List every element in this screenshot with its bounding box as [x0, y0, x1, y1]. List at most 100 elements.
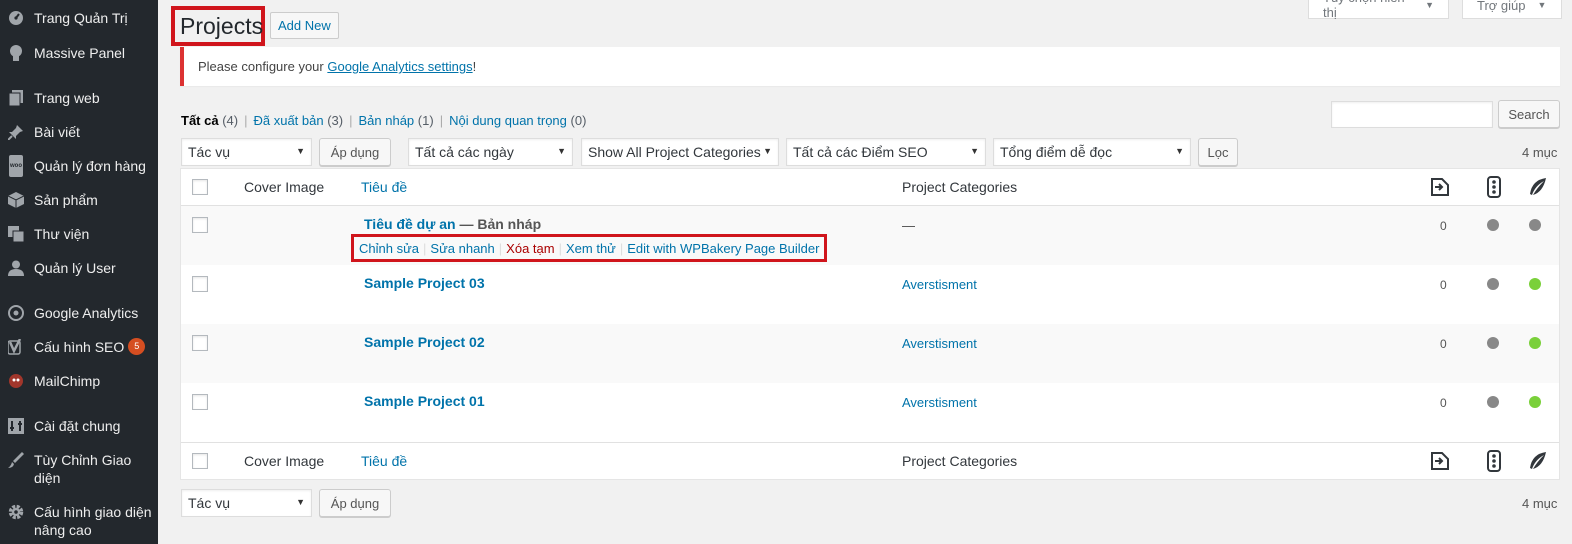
notice-suffix: ! — [472, 59, 477, 74]
caret-down-icon: ▼ — [1425, 0, 1434, 10]
row-category: — — [902, 218, 915, 233]
search-button[interactable]: Search — [1498, 100, 1560, 128]
bulk-action-select-bottom[interactable]: Tác vụ ▼ — [181, 489, 312, 517]
seo-status-dot — [1487, 278, 1499, 290]
menu-users[interactable]: Quản lý User — [0, 259, 158, 277]
col-title[interactable]: Tiêu đề — [361, 453, 407, 469]
table-row: Sample Project 01 Averstisment 0 — [181, 383, 1559, 442]
user-icon — [6, 259, 26, 277]
row-category-link[interactable]: Averstisment — [902, 336, 977, 351]
projects-table: Cover Image Tiêu đề Project Categories T… — [180, 168, 1560, 480]
menu-advanced-theme[interactable]: Cấu hình giao diện nâng cao — [0, 503, 158, 539]
row-links-count: 0 — [1440, 337, 1447, 351]
row-checkbox[interactable] — [192, 276, 208, 292]
row-title: Sample Project 01 — [364, 393, 485, 409]
row-title-link[interactable]: Sample Project 02 — [364, 334, 485, 350]
row-title-link[interactable]: Sample Project 01 — [364, 393, 485, 409]
notice-text: Please configure your — [198, 59, 328, 74]
view-cornerstone-count: (0) — [570, 113, 587, 128]
caret-down-icon: ▼ — [1537, 0, 1547, 10]
menu-media[interactable]: Thư viện — [0, 225, 158, 243]
menu-dashboard[interactable]: Trang Quản Trị — [0, 9, 158, 27]
items-count: 4 mục — [1522, 145, 1558, 160]
analytics-notice: Please configure your Google Analytics s… — [180, 47, 1560, 86]
wpbakery-edit-link[interactable]: Edit with WPBakery Page Builder — [627, 241, 819, 256]
settings-icon — [6, 417, 26, 435]
seo-status-dot — [1487, 337, 1499, 349]
select-all-checkbox[interactable] — [192, 179, 208, 195]
bulk-action-select[interactable]: Tác vụ ▼ — [181, 138, 312, 166]
main-content: Tùy chọn hiển thị▼ Trợ giúp▼ Projects Ad… — [158, 0, 1572, 544]
menu-google-analytics[interactable]: Google Analytics — [0, 304, 158, 322]
category-filter-select[interactable]: Show All Project Categories ▼ — [581, 138, 779, 166]
trash-link[interactable]: Xóa tạm — [506, 241, 554, 256]
row-actions: Chỉnh sửa | Sửa nhanh | Xóa tạm | Xem thử | … — [351, 234, 828, 262]
col-categories: Project Categories — [902, 179, 1018, 195]
row-checkbox[interactable] — [192, 394, 208, 410]
menu-settings[interactable]: Cài đặt chung — [0, 417, 158, 435]
quick-edit-link[interactable]: Sửa nhanh — [430, 241, 494, 256]
menu-customize[interactable]: Tùy Chỉnh Giao diện — [0, 451, 158, 487]
row-checkbox[interactable] — [192, 217, 208, 233]
media-icon — [6, 225, 26, 243]
seo-score-icon[interactable] — [1483, 176, 1505, 198]
apply-button-bottom[interactable]: Áp dụng — [319, 489, 391, 517]
table-row: Tiêu đề dự an — Bản nháp Chỉnh sửa | Sửa … — [181, 206, 1559, 265]
table-row: Sample Project 03 Averstisment 0 — [181, 265, 1559, 324]
readability-icon[interactable] — [1526, 176, 1548, 198]
readability-status-dot — [1529, 219, 1541, 231]
menu-pages[interactable]: Trang web — [0, 89, 158, 107]
date-filter-select[interactable]: Tất cả các ngày ▼ — [408, 138, 573, 166]
menu-posts[interactable]: Bài viết — [0, 123, 158, 141]
view-drafts-count: (1) — [417, 113, 434, 128]
view-published[interactable]: Đã xuất bản — [253, 113, 323, 128]
row-checkbox[interactable] — [192, 335, 208, 351]
gear-icon — [6, 503, 26, 521]
row-category-link[interactable]: Averstisment — [902, 277, 977, 292]
pages-icon — [6, 89, 26, 107]
view-cornerstone[interactable]: Nội dung quan trọng — [449, 113, 567, 128]
readability-icon[interactable] — [1526, 450, 1548, 472]
view-all[interactable]: Tất cả — [181, 113, 219, 128]
filter-button[interactable]: Lọc — [1198, 138, 1238, 166]
apply-button[interactable]: Áp dụng — [319, 138, 391, 166]
yoast-icon — [6, 338, 26, 356]
notification-badge: 5 — [128, 338, 146, 355]
edit-link[interactable]: Chỉnh sửa — [359, 241, 419, 256]
menu-mailchimp[interactable]: MailChimp — [0, 372, 158, 390]
col-cover-image: Cover Image — [244, 453, 325, 469]
seo-status-dot — [1487, 396, 1499, 408]
menu-orders[interactable]: woo Quản lý đơn hàng — [0, 155, 158, 177]
view-drafts[interactable]: Bản nháp — [359, 113, 415, 128]
links-icon[interactable] — [1429, 176, 1451, 198]
view-filters: Tất cả (4) | Đã xuất bản (3) | Bản nháp … — [181, 113, 587, 128]
woocommerce-icon: woo — [6, 155, 26, 177]
menu-products[interactable]: Sản phẩm — [0, 191, 158, 209]
screen-options-button[interactable]: Tùy chọn hiển thị▼ — [1308, 0, 1449, 20]
seo-score-select[interactable]: Tất cả các Điểm SEO ▼ — [786, 138, 986, 166]
links-icon[interactable] — [1429, 450, 1451, 472]
add-new-button[interactable]: Add New — [270, 12, 339, 39]
row-title-link[interactable]: Sample Project 03 — [364, 275, 485, 291]
table-footer: Cover Image Tiêu đề Project Categories — [181, 442, 1559, 480]
box-icon — [6, 191, 26, 209]
row-title-link[interactable]: Tiêu đề dự an — [364, 216, 456, 232]
col-title[interactable]: Tiêu đề — [361, 179, 407, 195]
row-category-link[interactable]: Averstisment — [902, 395, 977, 410]
search-input[interactable] — [1331, 101, 1493, 128]
analytics-settings-link[interactable]: Google Analytics settings — [327, 59, 472, 74]
menu-massive-panel[interactable]: Massive Panel — [0, 44, 158, 62]
table-row: Sample Project 02 Averstisment 0 — [181, 324, 1559, 383]
caret-down-icon: ▼ — [763, 146, 772, 156]
items-count-bottom: 4 mục — [1522, 496, 1558, 511]
row-title: Sample Project 03 — [364, 275, 485, 291]
help-button[interactable]: Trợ giúp ▼ — [1462, 0, 1562, 19]
readability-select[interactable]: Tổng điểm dễ đọc ▼ — [993, 138, 1191, 166]
seo-score-icon[interactable] — [1483, 450, 1505, 472]
menu-seo[interactable]: Cấu hình SEO 5 — [0, 338, 158, 356]
caret-down-icon: ▼ — [296, 497, 305, 507]
select-all-checkbox[interactable] — [192, 453, 208, 469]
readability-status-dot — [1529, 278, 1541, 290]
row-state: — Bản nháp — [455, 216, 542, 232]
preview-link[interactable]: Xem thử — [566, 241, 616, 256]
